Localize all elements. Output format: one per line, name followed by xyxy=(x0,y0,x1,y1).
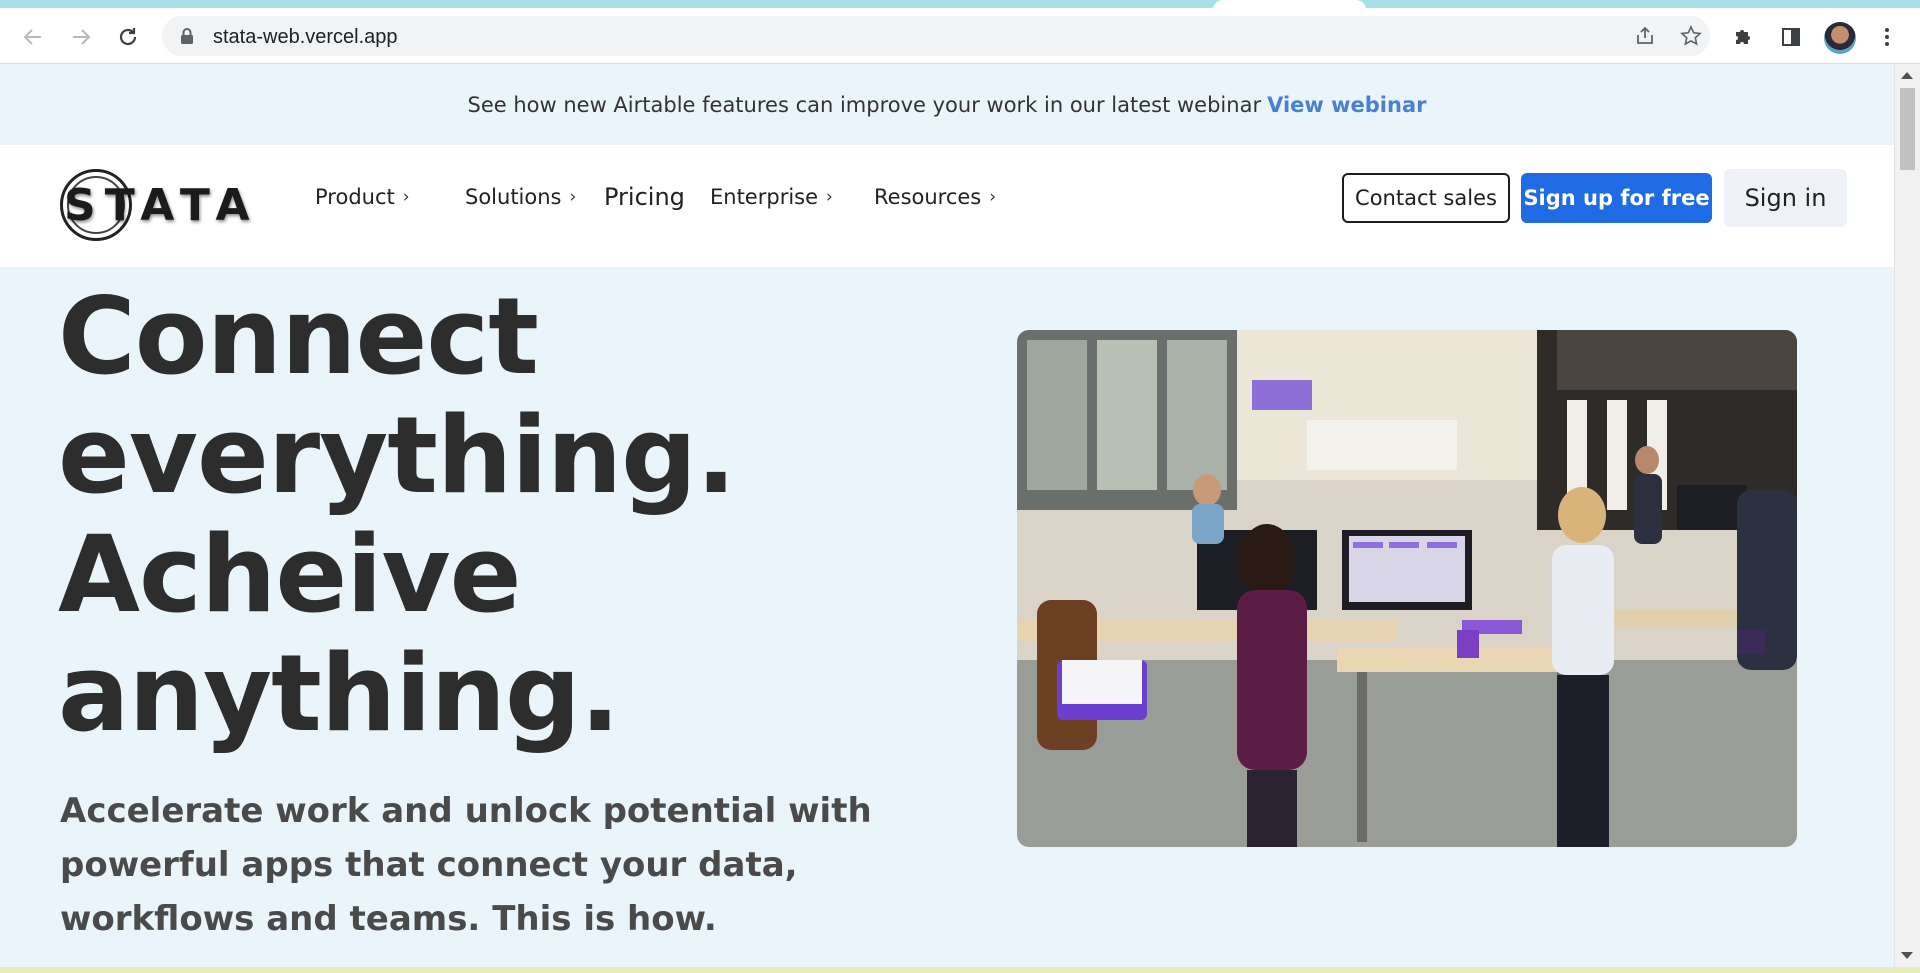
browser-toolbar: stata-web.vercel.app xyxy=(0,8,1920,64)
lock-icon[interactable] xyxy=(180,27,194,45)
view-webinar-link[interactable]: View webinar xyxy=(1267,93,1426,117)
scrollbar-thumb[interactable] xyxy=(1900,88,1915,170)
hero-subtitle: Accelerate work and unlock potential wit… xyxy=(60,791,872,939)
chevron-right-icon: › xyxy=(569,187,577,207)
back-button[interactable] xyxy=(16,20,50,54)
contact-sales-button[interactable]: Contact sales xyxy=(1342,173,1510,223)
forward-button[interactable] xyxy=(64,20,98,54)
page-scrollbar[interactable] xyxy=(1894,64,1920,967)
office-scene-illustration xyxy=(1017,330,1797,847)
star-icon[interactable] xyxy=(1678,23,1704,49)
announcement-banner: See how new Airtable features can improv… xyxy=(0,64,1894,145)
arrow-left-icon xyxy=(23,29,41,45)
chevron-right-icon: › xyxy=(402,187,410,207)
hero-title-line: Acheive xyxy=(58,513,522,636)
reload-icon xyxy=(119,28,137,46)
share-icon[interactable] xyxy=(1632,23,1658,49)
reload-button[interactable] xyxy=(111,20,145,54)
nav-item-solutions[interactable]: Solutions › xyxy=(465,185,576,209)
chevron-right-icon: › xyxy=(826,187,833,207)
logo-text: STATA xyxy=(64,180,259,231)
puzzle-icon[interactable] xyxy=(1728,22,1758,52)
scroll-up-arrow-icon[interactable] xyxy=(1901,72,1913,79)
address-bar[interactable]: stata-web.vercel.app xyxy=(162,16,1710,56)
side-panel-icon[interactable] xyxy=(1776,22,1806,52)
nav-item-product[interactable]: Product › xyxy=(315,185,410,209)
hero-title-line: anything. xyxy=(58,632,620,755)
hero-title: Connect everything. Acheive anything. xyxy=(58,277,958,753)
nav-item-label: Pricing xyxy=(604,183,685,211)
hero-office-photo xyxy=(1017,330,1797,847)
nav-item-label: Solutions xyxy=(465,185,562,209)
sign-in-button[interactable]: Sign in xyxy=(1724,169,1847,227)
chevron-right-icon: › xyxy=(989,187,997,207)
bottom-edge xyxy=(0,967,1920,973)
hero-title-line: everything. xyxy=(58,394,736,517)
kebab-menu-icon[interactable] xyxy=(1872,22,1902,52)
nav-item-pricing[interactable]: Pricing xyxy=(604,183,685,211)
site-logo[interactable]: STATA xyxy=(58,167,250,243)
banner-text: See how new Airtable features can improv… xyxy=(467,92,1262,117)
nav-item-enterprise[interactable]: Enterprise › xyxy=(710,185,833,209)
nav-item-label: Resources xyxy=(874,185,982,209)
profile-avatar[interactable] xyxy=(1824,22,1856,54)
arrow-right-icon xyxy=(73,29,91,45)
nav-item-resources[interactable]: Resources › xyxy=(874,185,996,209)
page-viewport: See how new Airtable features can improv… xyxy=(0,64,1894,967)
tab-strip xyxy=(0,0,1920,14)
sign-up-button[interactable]: Sign up for free xyxy=(1521,173,1712,223)
site-header: STATA Product › Solutions › Pricing Ente… xyxy=(0,145,1894,267)
hero-title-line: Connect xyxy=(58,275,539,398)
nav-item-label: Product xyxy=(315,185,395,209)
url-text[interactable]: stata-web.vercel.app xyxy=(213,26,398,49)
nav-item-label: Enterprise xyxy=(710,185,819,209)
scroll-down-arrow-icon[interactable] xyxy=(1901,952,1913,959)
